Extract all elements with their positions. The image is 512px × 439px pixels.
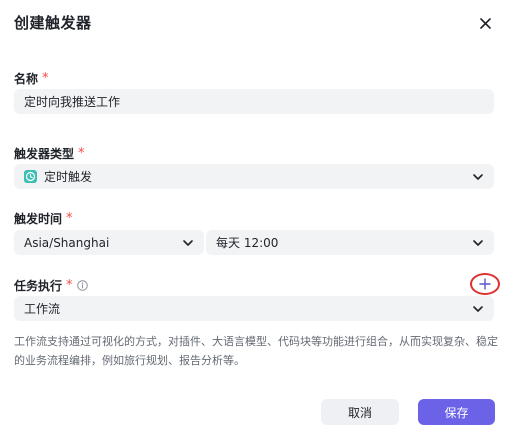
chevron-down-icon [473, 305, 483, 312]
info-icon[interactable] [76, 280, 88, 291]
cancel-button[interactable]: 取消 [321, 399, 399, 425]
trigger-type-label: 触发器类型 * [14, 146, 85, 161]
close-button[interactable] [474, 12, 496, 34]
timezone-value: Asia/Shanghai [24, 235, 110, 250]
chevron-down-icon [473, 173, 483, 180]
dialog-title: 创建触发器 [14, 14, 92, 32]
required-mark: * [78, 146, 85, 161]
save-button[interactable]: 保存 [418, 399, 495, 425]
close-icon [479, 17, 491, 29]
schedule-select[interactable]: 每天 12:00 [206, 230, 494, 255]
schedule-value: 每天 12:00 [216, 236, 279, 250]
name-label: 名称 * [14, 71, 49, 86]
chevron-down-icon [183, 239, 193, 246]
create-trigger-dialog: 创建触发器 名称 * 定时向我推送工作 触发器类型 * 定时触发 触发时间 * … [0, 0, 512, 439]
required-mark: * [42, 71, 49, 86]
chevron-down-icon [473, 239, 483, 246]
clock-icon [24, 170, 37, 183]
required-mark: * [66, 211, 73, 226]
plus-icon [479, 278, 491, 290]
name-input-value: 定时向我推送工作 [24, 95, 121, 109]
add-task-button[interactable] [470, 273, 500, 295]
trigger-type-value: 定时触发 [44, 170, 93, 184]
task-label: 任务执行 * [14, 277, 88, 294]
trigger-type-selected: 定时触发 [24, 168, 92, 185]
task-value: 工作流 [24, 302, 61, 316]
required-mark: * [66, 278, 73, 293]
timezone-select[interactable]: Asia/Shanghai [14, 230, 204, 255]
trigger-time-label: 触发时间 * [14, 211, 73, 226]
task-description: 工作流支持通过可视化的方式，对插件、大语言模型、代码块等功能进行组合，从而实现复… [14, 335, 498, 367]
task-select[interactable]: 工作流 [14, 296, 494, 321]
name-input[interactable]: 定时向我推送工作 [14, 89, 494, 114]
trigger-type-select[interactable]: 定时触发 [14, 164, 494, 189]
